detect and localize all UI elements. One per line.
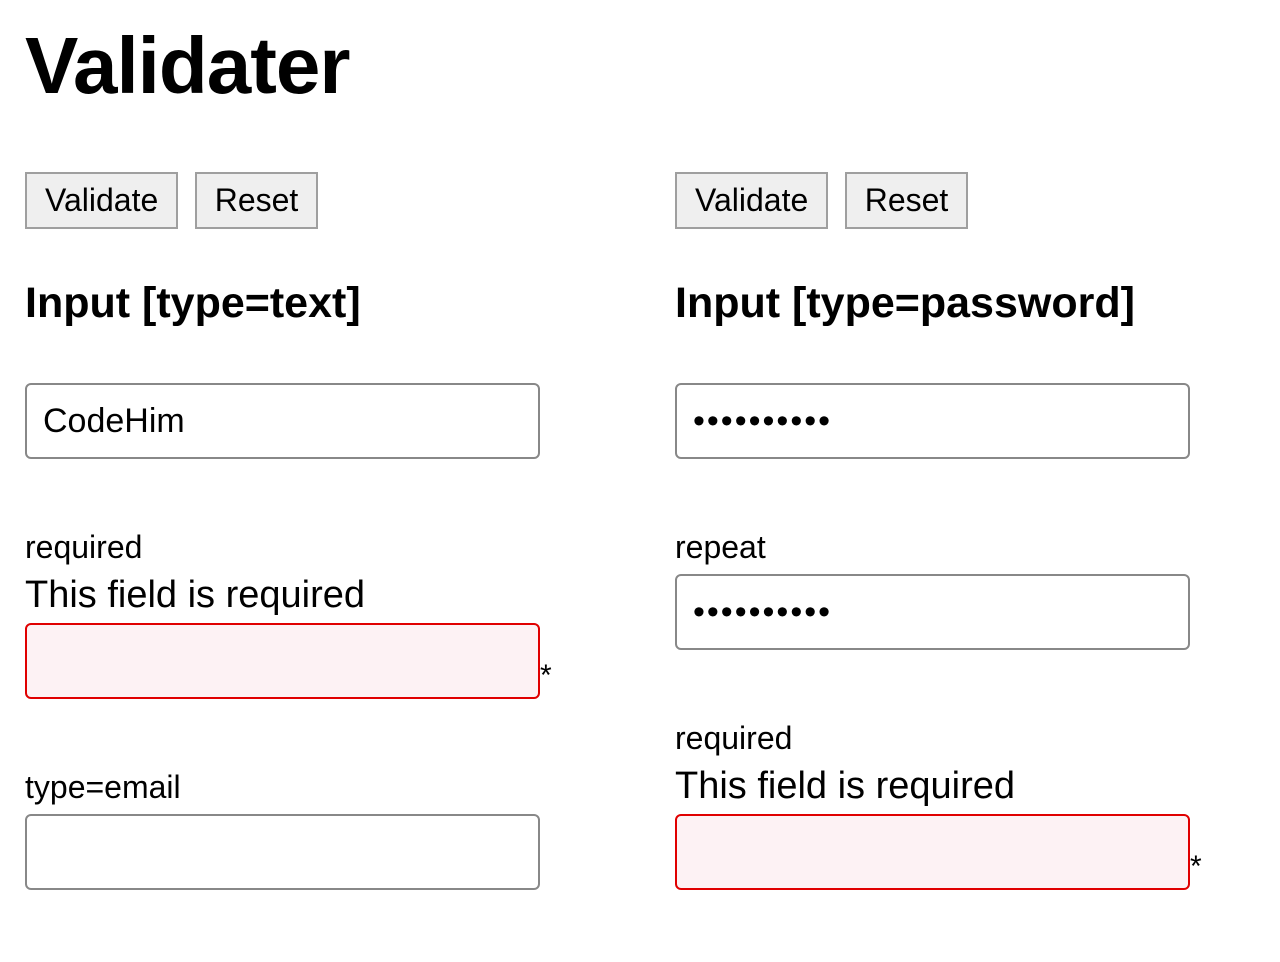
left-column: Validate Reset Input [type=text] require…	[25, 172, 565, 890]
button-row-left: Validate Reset	[25, 172, 565, 229]
password-repeat-input[interactable]	[675, 574, 1190, 650]
reset-button[interactable]: Reset	[195, 172, 319, 229]
section-heading-text: Input [type=text]	[25, 279, 565, 328]
page-title: Validater	[25, 20, 1255, 112]
required-asterisk: *	[540, 659, 552, 693]
field-label: type=email	[25, 769, 565, 806]
right-column: Validate Reset Input [type=password] rep…	[675, 172, 1215, 890]
required-password-input[interactable]	[675, 814, 1190, 890]
error-message: This field is required	[25, 574, 565, 617]
field-group-password-required: required This field is required *	[675, 720, 1215, 890]
reset-button[interactable]: Reset	[845, 172, 969, 229]
field-group-text-required: required This field is required *	[25, 529, 565, 699]
validate-button[interactable]: Validate	[675, 172, 828, 229]
field-group-email: type=email	[25, 769, 565, 890]
email-input[interactable]	[25, 814, 540, 890]
required-text-input[interactable]	[25, 623, 540, 699]
field-label: required	[25, 529, 565, 566]
password-input[interactable]	[675, 383, 1190, 459]
field-group-password-repeat: repeat	[675, 529, 1215, 650]
field-group-password	[675, 383, 1215, 459]
field-label: required	[675, 720, 1215, 757]
field-label: repeat	[675, 529, 1215, 566]
required-asterisk: *	[1190, 850, 1202, 884]
text-input[interactable]	[25, 383, 540, 459]
button-row-right: Validate Reset	[675, 172, 1215, 229]
field-group-text-plain	[25, 383, 565, 459]
error-message: This field is required	[675, 765, 1215, 808]
validate-button[interactable]: Validate	[25, 172, 178, 229]
section-heading-password: Input [type=password]	[675, 279, 1215, 328]
